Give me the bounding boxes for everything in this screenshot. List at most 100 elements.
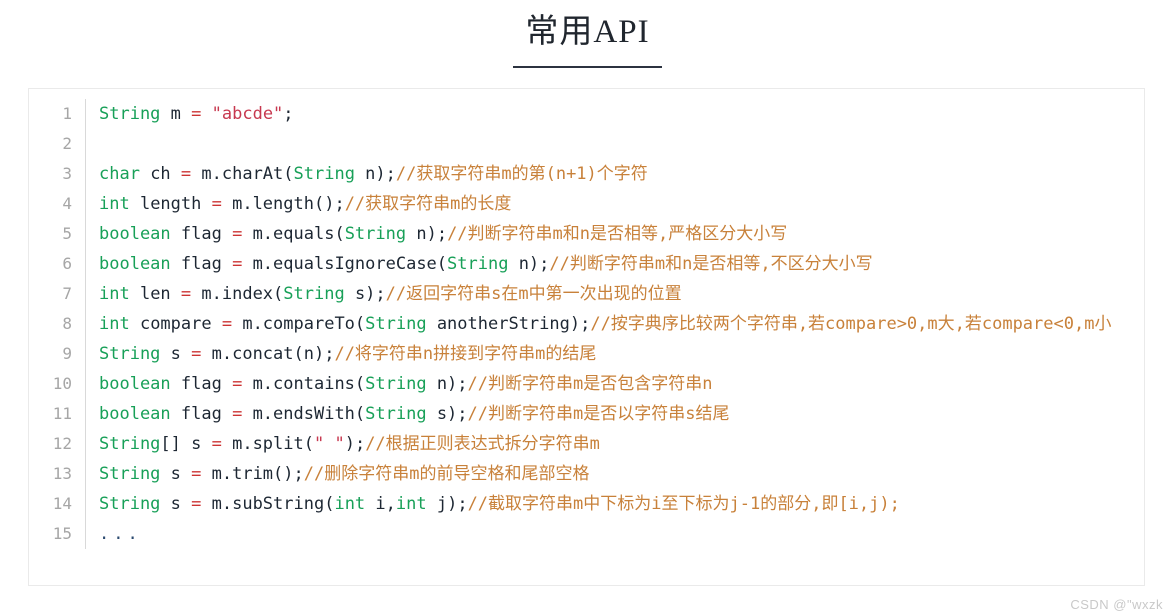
code-token: = <box>191 494 202 514</box>
code-line-content: boolean flag = m.equalsIgnoreCase(String… <box>85 249 1144 279</box>
line-number: 11 <box>52 404 72 423</box>
code-token: boolean <box>99 404 171 424</box>
code-line-content: char ch = m.charAt(String n);//获取字符串m的第(… <box>85 159 1144 189</box>
code-token: //根据正则表达式拆分字符串m <box>365 434 600 454</box>
code-line: 14 String s = m.subString(int i,int j);//… <box>29 489 1144 519</box>
code-token: //删除字符串m的前导空格和尾部空格 <box>303 464 590 484</box>
line-number: 6 <box>62 254 72 273</box>
line-number: 14 <box>52 494 72 513</box>
code-line: 10 boolean flag = m.contains(String n);//… <box>29 369 1144 399</box>
line-number: 1 <box>62 104 72 123</box>
code-token: //按字典序比较两个字符串,若compare>0,m大,若compare<0,m… <box>590 314 1112 334</box>
code-token: //返回字符串s在m中第一次出现的位置 <box>385 284 682 304</box>
line-number: 10 <box>52 374 72 393</box>
code-token: ); <box>344 434 366 454</box>
code-token: int <box>99 194 130 214</box>
code-token: m.contains( <box>242 374 366 394</box>
code-token: ; <box>283 104 294 124</box>
code-token: String <box>365 404 427 424</box>
code-line: 4 int length = m.length();//获取字符串m的长度 <box>29 189 1144 219</box>
code-token: = <box>191 104 202 124</box>
code-token: flag <box>170 374 233 394</box>
code-token: [] s <box>160 434 212 454</box>
line-number: 2 <box>62 134 72 153</box>
line-number: 12 <box>52 434 72 453</box>
code-token: s <box>160 494 192 514</box>
code-token: String <box>283 284 345 304</box>
code-token: n); <box>354 164 396 184</box>
code-token: m.concat(n); <box>201 344 335 364</box>
code-line: 15... <box>29 519 1144 549</box>
code-token: //获取字符串m的第(n+1)个字符 <box>395 164 648 184</box>
code-token: m.index( <box>191 284 284 304</box>
line-number: 8 <box>62 314 72 333</box>
code-token: flag <box>170 224 233 244</box>
code-token: boolean <box>99 224 171 244</box>
code-block-card: 1 String m = "abcde"; 2 3 char ch = m.charA… <box>28 88 1145 586</box>
code-token: ch <box>139 164 181 184</box>
code-line-content: String s = m.trim();//删除字符串m的前导空格和尾部空格 <box>85 459 1144 489</box>
code-token: int <box>334 494 366 514</box>
code-token: flag <box>170 404 233 424</box>
code-line-content: boolean flag = m.endsWith(String s);//判断… <box>85 399 1144 429</box>
code-line: 13 String s = m.trim();//删除字符串m的前导空格和尾部空格 <box>29 459 1144 489</box>
code-token: m.subString( <box>201 494 335 514</box>
code-token: n); <box>508 254 550 274</box>
code-token: String <box>365 374 427 394</box>
code-token: int <box>395 494 427 514</box>
code-line: 9 String s = m.concat(n);//将字符串n拼接到字符串m的结… <box>29 339 1144 369</box>
code-token: = <box>211 194 222 214</box>
code-token: m.equalsIgnoreCase( <box>242 254 448 274</box>
code-token: //判断字符串m是否包含字符串n <box>467 374 713 394</box>
code-token: boolean <box>99 374 171 394</box>
code-token: s); <box>426 404 468 424</box>
line-number: 4 <box>62 194 72 213</box>
code-token: char <box>99 164 140 184</box>
code-token: m.trim(); <box>201 464 304 484</box>
code-token: "abcde" <box>211 104 284 124</box>
code-token: j); <box>426 494 468 514</box>
code-line-content: boolean flag = m.contains(String n);//判断… <box>85 369 1144 399</box>
code-token: String <box>99 494 161 514</box>
code-line: 3 char ch = m.charAt(String n);//获取字符串m的第… <box>29 159 1144 189</box>
code-token: ... <box>99 524 142 544</box>
page-title: 常用API <box>513 8 662 68</box>
code-token: String <box>365 314 427 334</box>
code-token: //判断字符串m和n是否相等,严格区分大小写 <box>447 224 788 244</box>
code-token: len <box>129 284 181 304</box>
code-token: = <box>211 434 222 454</box>
code-token: = <box>180 284 192 304</box>
code-token: String <box>99 464 161 484</box>
code-line: 1 String m = "abcde"; <box>29 99 1144 129</box>
code-token: s <box>160 464 192 484</box>
code-token: flag <box>170 254 233 274</box>
code-line: 11 boolean flag = m.endsWith(String s);//… <box>29 399 1144 429</box>
code-token: m.endsWith( <box>242 404 366 424</box>
code-token: String <box>344 224 407 244</box>
code-token: String <box>99 434 161 454</box>
page-header: 常用API <box>0 0 1175 68</box>
code-token: String <box>447 254 509 274</box>
line-number: 13 <box>52 464 72 483</box>
code-token: int <box>99 314 130 334</box>
code-token: m.charAt( <box>191 164 294 184</box>
code-token: = <box>232 254 243 274</box>
code-line: 12 String[] s = m.split(" ");//根据正则表达式拆分字… <box>29 429 1144 459</box>
code-token: //判断字符串m是否以字符串s结尾 <box>467 404 730 424</box>
code-line-content: String m = "abcde"; <box>85 99 1144 129</box>
code-token: m.equals( <box>242 224 345 244</box>
csdn-watermark: CSDN @"wxzk <box>1070 597 1163 612</box>
code-line-content <box>85 129 1144 159</box>
code-token: boolean <box>99 254 171 274</box>
code-token: //获取字符串m的长度 <box>344 194 512 214</box>
code-token: m <box>160 104 192 124</box>
code-token: n); <box>426 374 468 394</box>
code-token: = <box>191 464 202 484</box>
code-token: int <box>99 284 130 304</box>
code-token: = <box>191 344 202 364</box>
code-token: //将字符串n拼接到字符串m的结尾 <box>334 344 597 364</box>
line-number: 7 <box>62 284 72 303</box>
line-number: 5 <box>62 224 72 243</box>
line-number: 15 <box>52 524 72 543</box>
